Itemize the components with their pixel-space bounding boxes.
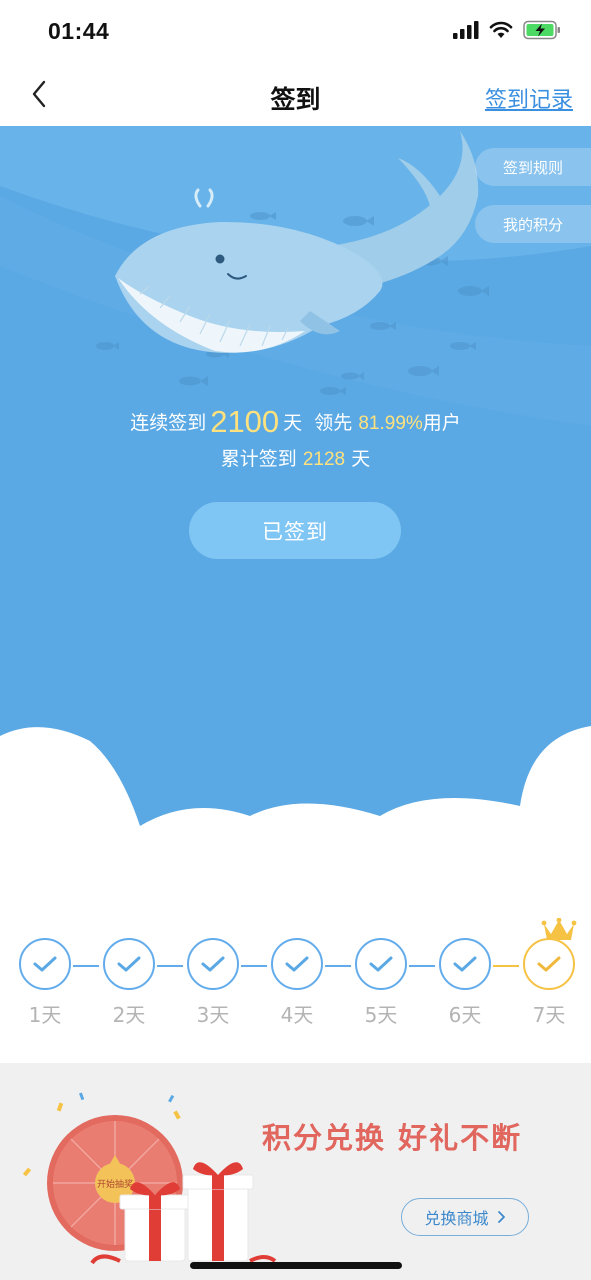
- points-exchange-banner[interactable]: 开始抽奖 积分兑换 好礼不断 兑换商城: [0, 1063, 591, 1280]
- total-unit: 天: [351, 448, 371, 470]
- total-days: 2128: [302, 449, 346, 470]
- crown-icon: [541, 918, 577, 940]
- day-item-7: 7天: [521, 918, 577, 1028]
- shop-button-label: 兑换商城: [424, 1209, 489, 1228]
- day-label: 3天: [196, 1003, 230, 1027]
- checkin-record-link[interactable]: 签到记录: [485, 82, 573, 114]
- day-label: 4天: [280, 1003, 314, 1027]
- lead-percent: 81.99%: [358, 413, 423, 434]
- day-circle: [187, 938, 239, 990]
- checkin-rules-button[interactable]: 签到规则: [475, 148, 591, 186]
- day-connector: [157, 965, 183, 967]
- day-item-5: 5天: [353, 938, 409, 1028]
- day-item-4: 4天: [269, 938, 325, 1028]
- total-stats: 累计签到 2128 天: [0, 444, 591, 471]
- wheel-center-label: 开始抽奖: [97, 1178, 133, 1190]
- day-circle: [523, 938, 575, 990]
- hero-section: 签到规则 我的积分 连续签到 2100 天 领先 81.99%用户 累计签到 212…: [0, 126, 591, 906]
- streak-unit: 天: [283, 412, 303, 434]
- weekly-checkin-progress: 1天 2天 3天 4天 5天 6天 7天: [0, 918, 591, 1040]
- status-time: 01:44: [48, 18, 110, 44]
- check-icon: [453, 956, 477, 972]
- day-connector: [325, 965, 351, 967]
- status-bar: 01:44: [0, 0, 591, 62]
- streak-stats: 连续签到 2100 天 领先 81.99%用户: [0, 404, 591, 440]
- my-points-button[interactable]: 我的积分: [475, 205, 591, 243]
- signal-icon: [453, 21, 479, 39]
- day-label: 6天: [448, 1003, 482, 1027]
- day-circle: [439, 938, 491, 990]
- day-circle: [271, 938, 323, 990]
- status-icons: [453, 20, 561, 40]
- day-item-1: 1天: [17, 938, 73, 1028]
- check-icon: [201, 956, 225, 972]
- streak-prefix: 连续签到: [130, 412, 207, 434]
- day-connector: [493, 965, 519, 967]
- chevron-right-icon: [497, 1211, 505, 1223]
- battery-charging-icon: [523, 20, 560, 40]
- day-connector: [73, 965, 99, 967]
- lucky-wheel-gift-illustration: 开始抽奖: [22, 1092, 277, 1265]
- lead-suffix: 用户: [422, 412, 461, 434]
- day-label: 2天: [112, 1003, 146, 1027]
- day-label: 1天: [28, 1003, 62, 1027]
- day-item-3: 3天: [185, 938, 241, 1028]
- check-icon: [33, 956, 57, 972]
- day-item-2: 2天: [101, 938, 157, 1028]
- day-connector: [409, 965, 435, 967]
- home-indicator[interactable]: [190, 1262, 402, 1269]
- wifi-icon: [489, 21, 513, 38]
- check-icon: [369, 956, 393, 972]
- banner-title: 积分兑换 好礼不断: [262, 1121, 523, 1155]
- day-circle: [19, 938, 71, 990]
- check-icon: [537, 956, 561, 972]
- day-label: 7天: [532, 1003, 566, 1027]
- day-circle: [355, 938, 407, 990]
- check-icon: [285, 956, 309, 972]
- total-prefix: 累计签到: [220, 448, 297, 470]
- lead-prefix: 领先: [314, 412, 353, 434]
- streak-days: 2100: [210, 404, 280, 439]
- day-label: 5天: [364, 1003, 398, 1027]
- nav-bar: 签到 签到记录: [0, 62, 591, 126]
- day-connector: [241, 965, 267, 967]
- day-item-6: 6天: [437, 938, 493, 1028]
- check-icon: [117, 956, 141, 972]
- exchange-shop-button[interactable]: 兑换商城: [401, 1198, 529, 1236]
- signed-in-button[interactable]: 已签到: [189, 502, 401, 559]
- day-circle: [103, 938, 155, 990]
